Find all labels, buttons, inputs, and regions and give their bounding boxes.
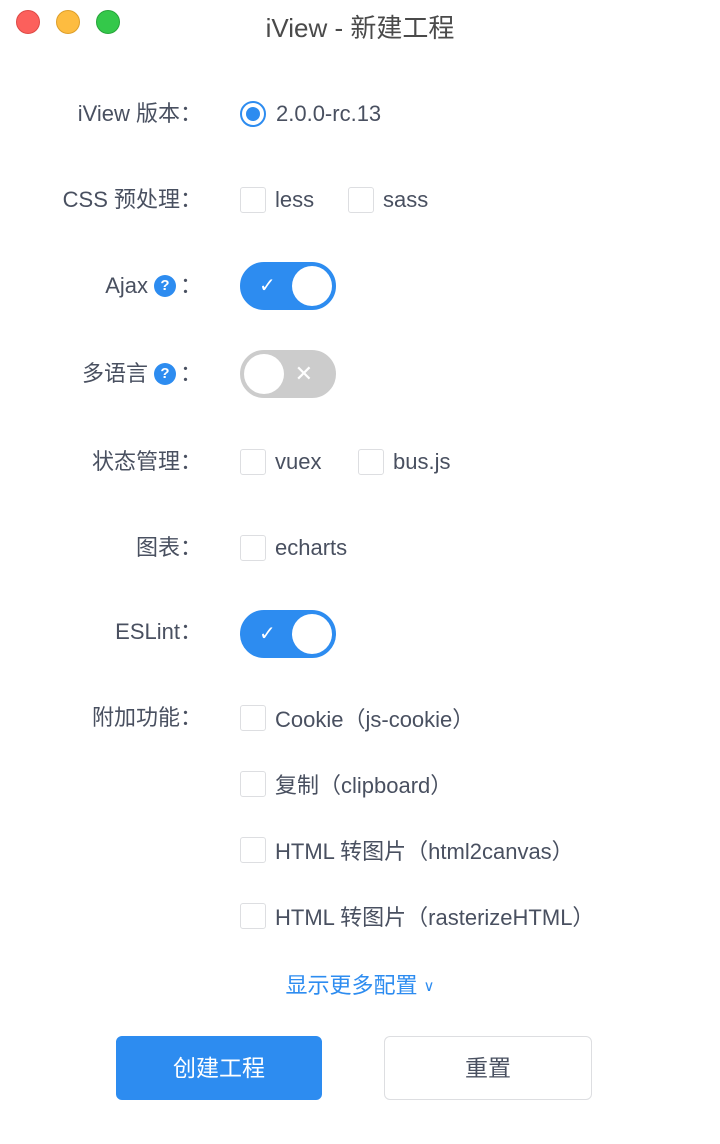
checkbox-box[interactable] xyxy=(240,705,266,731)
switch-knob xyxy=(292,266,332,306)
check-icon: ✓ xyxy=(259,275,276,297)
checkbox-busjs[interactable]: bus.js xyxy=(358,442,450,482)
help-icon[interactable]: ? xyxy=(153,275,176,297)
checkbox-less[interactable]: less xyxy=(240,180,314,220)
form-row-chart: 图表： echarts xyxy=(0,528,720,568)
checkbox-label: Cookie（js-cookie） xyxy=(275,707,475,732)
checkbox-box[interactable] xyxy=(240,771,266,797)
switch-knob xyxy=(244,354,284,394)
checkbox-sass[interactable]: sass xyxy=(348,180,428,220)
checkbox-echarts[interactable]: echarts xyxy=(240,528,347,568)
i18n-switch-wrap: ✕ xyxy=(240,350,336,398)
form-row-state: 状态管理： vuex bus.js xyxy=(0,442,720,482)
i18n-label-text: 多语言 xyxy=(81,361,148,386)
switch-knob xyxy=(292,614,332,654)
form-row-extras-3: HTML 转图片（html2canvas） xyxy=(0,830,720,870)
chevron-down-icon: ∨ xyxy=(423,978,435,995)
form-row-css: CSS 预处理： less sass xyxy=(0,180,720,220)
show-more-link[interactable]: 显示更多配置 ∨ xyxy=(0,968,720,1004)
eslint-switch[interactable]: ✓ xyxy=(240,610,336,658)
ajax-label-text: Ajax xyxy=(105,273,148,298)
checkbox-html2canvas[interactable]: HTML 转图片（html2canvas） xyxy=(240,830,574,870)
ajax-label-colon: ： xyxy=(179,273,202,298)
eslint-switch-wrap: ✓ xyxy=(240,610,336,658)
help-icon[interactable]: ? xyxy=(153,363,176,385)
checkbox-box[interactable] xyxy=(240,535,266,561)
i18n-switch[interactable]: ✕ xyxy=(240,350,336,398)
form-row-eslint: ESLint： ✓ xyxy=(0,610,720,658)
form-row-extras-2: 复制（clipboard） xyxy=(0,764,720,804)
window-title: iView - 新建工程 xyxy=(265,13,455,43)
ajax-label: Ajax ? ： xyxy=(105,266,202,306)
checkbox-box[interactable] xyxy=(240,903,266,929)
close-icon: ✕ xyxy=(294,361,313,386)
checkbox-label: bus.js xyxy=(393,449,451,474)
checkbox-cookie[interactable]: Cookie（js-cookie） xyxy=(240,698,474,738)
checkbox-label: less xyxy=(275,187,315,212)
checkbox-vuex[interactable]: vuex xyxy=(240,442,321,482)
title-bar: iView - 新建工程 xyxy=(0,0,720,56)
i18n-label-colon: ： xyxy=(179,361,202,386)
radio-dot[interactable] xyxy=(240,101,266,127)
create-project-button[interactable]: 创建工程 xyxy=(116,1036,322,1100)
ajax-switch[interactable]: ✓ xyxy=(240,262,336,310)
form-row-ajax: Ajax ? ： ✓ xyxy=(0,262,720,310)
show-more-label: 显示更多配置 xyxy=(285,973,418,998)
extras-label: 附加功能： xyxy=(91,705,202,730)
checkbox-label: HTML 转图片（html2canvas） xyxy=(275,839,574,864)
checkbox-box[interactable] xyxy=(240,187,266,213)
checkbox-label: sass xyxy=(383,187,429,212)
form-row-version: iView 版本： 2.0.0-rc.13 xyxy=(0,94,720,134)
state-label: 状态管理： xyxy=(91,449,202,474)
checkbox-box[interactable] xyxy=(348,187,374,213)
checkbox-clipboard[interactable]: 复制（clipboard） xyxy=(240,764,452,804)
checkbox-label: HTML 转图片（rasterizeHTML） xyxy=(275,905,595,930)
version-radio[interactable]: 2.0.0-rc.13 xyxy=(240,94,381,134)
reset-button[interactable]: 重置 xyxy=(384,1036,592,1100)
css-label: CSS 预处理： xyxy=(62,187,202,212)
check-icon: ✓ xyxy=(259,623,276,645)
checkbox-box[interactable] xyxy=(240,449,266,475)
form-row-extras: 附加功能： Cookie（js-cookie） xyxy=(0,698,720,738)
checkbox-rasterizehtml[interactable]: HTML 转图片（rasterizeHTML） xyxy=(240,896,594,936)
i18n-label: 多语言 ? ： xyxy=(82,354,202,394)
checkbox-box[interactable] xyxy=(358,449,384,475)
ajax-switch-wrap: ✓ xyxy=(240,262,336,310)
eslint-label: ESLint： xyxy=(115,619,202,644)
checkbox-label: 复制（clipboard） xyxy=(275,773,453,798)
form-row-extras-4: HTML 转图片（rasterizeHTML） xyxy=(0,896,720,936)
checkbox-label: echarts xyxy=(275,535,348,560)
checkbox-box[interactable] xyxy=(240,837,266,863)
form-row-i18n: 多语言 ? ： ✕ xyxy=(0,350,720,398)
version-option-label: 2.0.0-rc.13 xyxy=(276,101,382,126)
checkbox-label: vuex xyxy=(275,449,322,474)
chart-label: 图表： xyxy=(135,535,202,560)
version-label: iView 版本： xyxy=(77,101,202,126)
